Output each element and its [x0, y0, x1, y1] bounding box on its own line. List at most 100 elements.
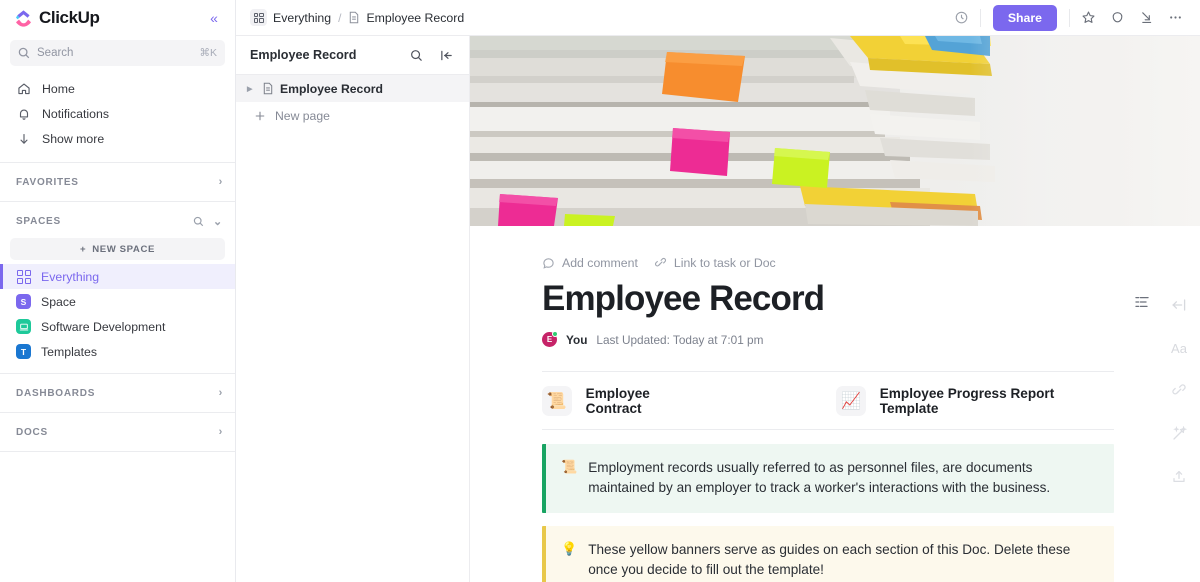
doc-page-icon	[262, 82, 274, 95]
home-icon	[16, 82, 31, 96]
sidebar-header: ClickUp «	[0, 0, 235, 36]
ellipsis-icon[interactable]	[1162, 5, 1188, 31]
space-avatar: S	[16, 294, 31, 309]
doc-icon	[348, 11, 360, 24]
chevron-right-icon[interactable]: ▶	[247, 85, 256, 93]
doc-page-item[interactable]: ▶ Employee Record	[236, 75, 469, 102]
sidebar-item-space[interactable]: S Space	[0, 289, 235, 314]
divider	[0, 373, 235, 374]
magic-wand-icon[interactable]	[1168, 423, 1190, 445]
linked-doc-employee-contract[interactable]: 📜 Employee Contract	[542, 386, 708, 417]
brand-logo[interactable]: ClickUp	[14, 8, 100, 28]
top-toolbar: Everything / Employee Record Share	[236, 0, 1200, 36]
last-updated: Last Updated: Today at 7:01 pm	[596, 332, 764, 347]
share-button[interactable]: Share	[992, 4, 1057, 31]
clickup-logo-icon	[14, 9, 33, 28]
avatar-initial: E	[546, 335, 553, 345]
plus-icon	[254, 110, 266, 122]
main-area: Everything / Employee Record Share Emplo…	[236, 0, 1200, 582]
divider	[0, 162, 235, 163]
breadcrumb-label: Everything	[273, 10, 332, 25]
sidebar: ClickUp « Search ⌘K Home Notifications S…	[0, 0, 236, 582]
new-space-button[interactable]: + NEW SPACE	[10, 238, 225, 260]
sidebar-item-templates[interactable]: T Templates	[0, 339, 235, 364]
divider	[0, 201, 235, 202]
sidebar-item-home[interactable]: Home	[0, 76, 235, 101]
space-label: Space	[41, 294, 76, 309]
right-toolbar: Aa	[1168, 294, 1190, 488]
add-comment-label: Add comment	[562, 256, 638, 270]
space-label: Everything	[41, 269, 100, 284]
search-icon[interactable]	[1104, 5, 1130, 31]
section-label: DASHBOARDS	[16, 387, 96, 399]
table-of-contents-icon[interactable]	[1134, 294, 1150, 310]
link-icon[interactable]	[1168, 380, 1190, 402]
link-to-task-button[interactable]: Link to task or Doc	[654, 256, 776, 270]
search-input[interactable]: Search ⌘K	[10, 40, 225, 66]
document-canvas: Add comment Link to task or Doc Employee…	[470, 36, 1200, 582]
linked-docs-row: 📜 Employee Contract 📈 Employee Progress …	[542, 372, 1114, 429]
bell-icon	[16, 107, 31, 121]
grid-icon	[250, 9, 267, 26]
divider	[0, 451, 235, 452]
sidebar-collapse-button[interactable]: «	[203, 7, 225, 29]
collapse-right-icon[interactable]	[1168, 294, 1190, 316]
new-page-button[interactable]: New page	[236, 102, 469, 129]
clickup-app: ClickUp « Search ⌘K Home Notifications S…	[0, 0, 1200, 582]
divider	[979, 8, 981, 27]
page-title[interactable]: Employee Record	[542, 279, 1114, 318]
callout-text: Employment records usually referred to a…	[588, 460, 1051, 496]
star-icon[interactable]	[1075, 5, 1101, 31]
linked-doc-label: Employee Contract	[585, 386, 650, 417]
sidebar-section-spaces[interactable]: SPACES ⌄	[0, 207, 235, 235]
chevron-down-icon[interactable]: ⌄	[213, 215, 223, 228]
avatar[interactable]: E	[542, 331, 558, 348]
add-comment-button[interactable]: Add comment	[542, 256, 638, 270]
download-icon[interactable]	[1133, 5, 1159, 31]
search-icon[interactable]	[403, 42, 429, 68]
doc-panel-header: Employee Record	[236, 36, 469, 74]
body: Employee Record ▶ Employee Record New pa…	[236, 36, 1200, 582]
section-label: SPACES	[16, 215, 61, 227]
sidebar-search-wrap: Search ⌘K	[0, 36, 235, 72]
divider	[0, 412, 235, 413]
sidebar-section-dashboards[interactable]: DASHBOARDS ›	[0, 379, 235, 407]
new-page-label: New page	[275, 108, 330, 123]
document-body: Add comment Link to task or Doc Employee…	[470, 226, 1200, 582]
sidebar-item-notifications[interactable]: Notifications	[0, 101, 235, 126]
callout-yellow[interactable]: 💡 These yellow banners serve as guides o…	[542, 526, 1114, 582]
document-meta-actions: Add comment Link to task or Doc	[542, 256, 1114, 270]
search-icon[interactable]	[193, 216, 204, 227]
sidebar-section-favorites[interactable]: FAVORITES ›	[0, 168, 235, 196]
arrow-down-icon	[16, 132, 31, 146]
callout-green[interactable]: 📜 Employment records usually referred to…	[542, 444, 1114, 514]
search-placeholder: Search	[37, 47, 74, 59]
collapse-panel-icon[interactable]	[433, 42, 459, 68]
plus-icon: +	[80, 243, 87, 255]
text-format-icon[interactable]: Aa	[1168, 337, 1190, 359]
sidebar-nav: Home Notifications Show more	[0, 72, 235, 157]
sidebar-item-software-development[interactable]: Software Development	[0, 314, 235, 339]
doc-pages-panel: Employee Record ▶ Employee Record New pa…	[236, 36, 470, 582]
breadcrumb-label: Employee Record	[366, 10, 465, 25]
link-to-task-label: Link to task or Doc	[673, 256, 776, 270]
sidebar-item-everything[interactable]: Everything	[0, 264, 235, 289]
lightbulb-icon: 💡	[561, 541, 578, 557]
breadcrumb-item-everything[interactable]: Everything	[250, 9, 331, 26]
scroll-icon: 📜	[561, 459, 578, 475]
sidebar-item-label: Show more	[42, 131, 105, 146]
document-cover-image[interactable]	[470, 36, 1200, 226]
doc-panel-title: Employee Record	[250, 48, 357, 62]
clock-history-icon[interactable]	[949, 5, 975, 31]
breadcrumb-separator: /	[338, 10, 342, 25]
linked-doc-progress-report[interactable]: 📈 Employee Progress Report Template	[836, 386, 1114, 417]
upload-icon[interactable]	[1168, 466, 1190, 488]
link-icon	[654, 257, 667, 270]
sidebar-item-show-more[interactable]: Show more	[0, 126, 235, 151]
chart-icon: 📈	[836, 386, 866, 417]
breadcrumb-item-document[interactable]: Employee Record	[348, 11, 464, 25]
share-label: Share	[1007, 10, 1042, 25]
sidebar-section-docs[interactable]: DOCS ›	[0, 418, 235, 446]
online-status-dot	[552, 331, 558, 338]
author-name: You	[566, 332, 588, 347]
